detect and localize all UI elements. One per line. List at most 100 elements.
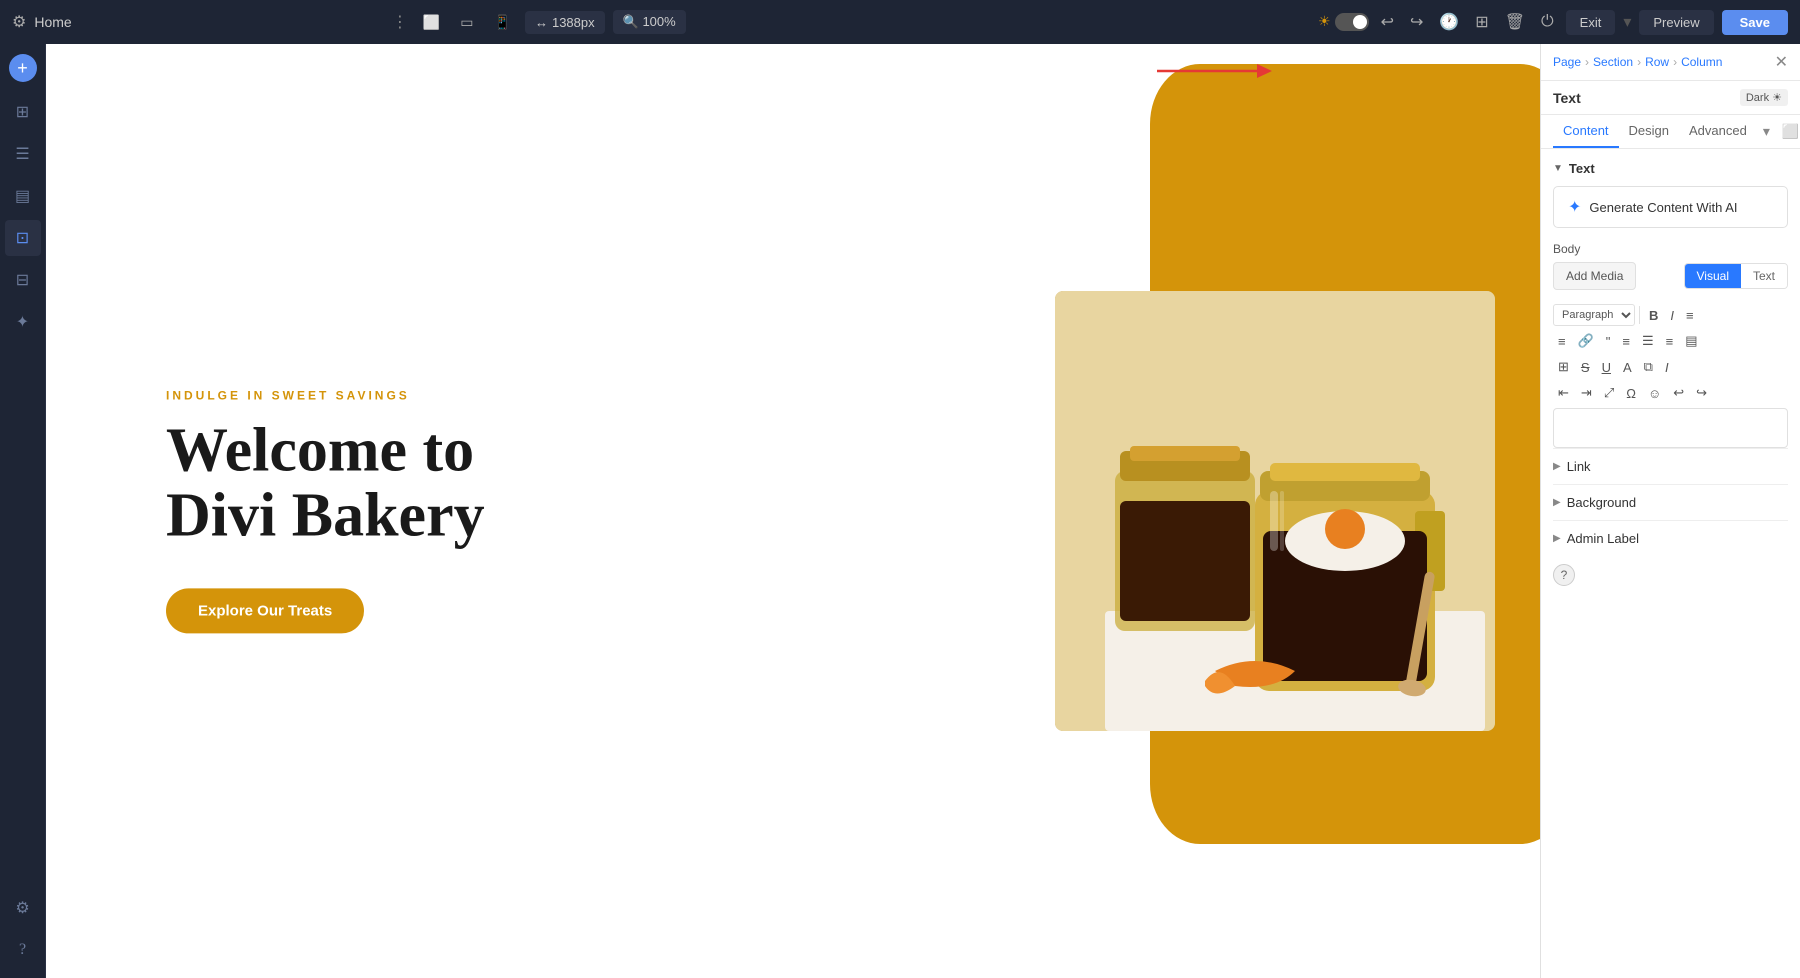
redo-button[interactable]: ↪ [1406,8,1427,36]
exit-arrow: ▾ [1623,12,1631,32]
text-editor-area[interactable] [1553,408,1788,448]
background-section-label: Background [1567,495,1636,510]
toggle-track[interactable] [1335,13,1369,31]
undo-button[interactable]: ↩ [1377,8,1398,36]
align-center-button[interactable]: ☰ [1637,330,1659,352]
visual-text-toggle: Visual Text [1684,263,1788,289]
width-pill[interactable]: ↔ 1388px [525,11,605,34]
indent-button[interactable]: ⇥ [1576,382,1597,404]
blockquote-button[interactable]: " [1601,331,1616,352]
text-section-header[interactable]: ▼ Text [1553,161,1788,176]
paragraph-select[interactable]: Paragraph [1553,304,1635,326]
dots-menu[interactable]: ⋮ [392,12,409,32]
link-section-header[interactable]: ▶ Link [1553,459,1788,474]
admin-label-collapsible-section: ▶ Admin Label [1553,520,1788,556]
strike-button[interactable]: S [1576,357,1595,378]
ai-generate-button[interactable]: ✦ Generate Content With AI [1553,186,1788,228]
preview-button[interactable]: Preview [1639,10,1713,35]
hero-cta-button[interactable]: Explore Our Treats [166,589,364,634]
gear-button[interactable]: ⚙ [12,12,26,32]
help-icon[interactable]: ? [1553,564,1575,586]
ai-generate-label: Generate Content With AI [1589,200,1737,215]
fullscreen-button[interactable]: ⤢ [1599,382,1619,404]
toolbar-row-1: Paragraph B I ≡ [1553,304,1788,326]
tab-dropdown-button[interactable]: ▾ [1757,117,1776,146]
emoji-button[interactable]: ☺ [1643,383,1666,404]
breadcrumb-page[interactable]: Page [1553,55,1581,69]
history-button[interactable]: 🕐 [1435,8,1463,36]
italic2-button[interactable]: I [1660,357,1674,378]
main-layout: + ⊞ ☰ ▤ ⊡ ⊟ ✦ ⚙ ? INDULGE IN SWEET SAVIN… [0,44,1800,978]
breadcrumb-row[interactable]: Row [1645,55,1669,69]
home-label: Home [34,14,71,30]
tab-expand-button[interactable]: ⬜ [1776,117,1800,146]
hero-section: INDULGE IN SWEET SAVINGS Welcome to Divi… [46,44,1540,978]
tab-advanced[interactable]: Advanced [1679,115,1757,148]
panel-body: ▼ Text ✦ Generate Content With AI Body A… [1541,149,1800,978]
mobile-device-btn[interactable]: 📱 [488,10,517,35]
sidebar-icon-layers[interactable]: ⊞ [5,94,41,130]
left-sidebar: + ⊞ ☰ ▤ ⊡ ⊟ ✦ ⚙ ? [0,44,46,978]
dark-mode-toggle[interactable]: ☀ [1318,13,1369,31]
text-tab[interactable]: Text [1741,264,1787,288]
sidebar-icon-settings[interactable]: ⚙ [5,890,41,926]
breadcrumb-section[interactable]: Section [1593,55,1633,69]
panel-header: Text Dark ☀ [1541,81,1800,115]
unordered-list-button[interactable]: ≡ [1553,331,1571,352]
power-button[interactable]: ⏻ [1537,9,1558,35]
add-element-button[interactable]: + [9,54,37,82]
sidebar-icon-customize[interactable]: ✦ [5,304,41,340]
unindent-button[interactable]: ⇤ [1553,382,1574,404]
body-label: Body [1553,242,1788,256]
toolbar-row-3: ⊞ S U A ⧉ I [1553,356,1788,378]
copy-format-button[interactable]: ⧉ [1639,356,1658,378]
redo-editor-button[interactable]: ↪ [1691,382,1712,404]
link-collapsible-section: ▶ Link [1553,448,1788,484]
sidebar-icon-media[interactable]: ▤ [5,178,41,214]
save-button[interactable]: Save [1722,10,1788,35]
link-button[interactable]: 🔗 [1573,330,1599,352]
exit-button[interactable]: Exit [1566,10,1616,35]
panel-title: Text [1553,90,1581,106]
list-button[interactable]: ≡ [1681,305,1699,326]
undo-editor-button[interactable]: ↩ [1668,382,1689,404]
toolbar-row-2: ≡ 🔗 " ≡ ☰ ≡ ▤ [1553,330,1788,352]
underline-button[interactable]: U [1597,357,1616,378]
hero-content: INDULGE IN SWEET SAVINGS Welcome to Divi… [166,388,485,633]
justify-button[interactable]: ▤ [1680,330,1702,352]
tab-content[interactable]: Content [1553,115,1619,148]
font-color-button[interactable]: A [1618,357,1637,378]
align-left-button[interactable]: ≡ [1617,331,1635,352]
italic-button[interactable]: I [1665,305,1679,326]
right-panel: Page › Section › Row › Column ✕ Text Dar… [1540,44,1800,978]
omega-button[interactable]: Ω [1621,383,1641,404]
sidebar-icon-help[interactable]: ? [5,932,41,968]
hero-tagline: INDULGE IN SWEET SAVINGS [166,388,485,402]
body-controls-row: Add Media Visual Text [1553,262,1788,290]
add-media-button[interactable]: Add Media [1553,262,1636,290]
dark-mode-badge[interactable]: Dark ☀ [1740,89,1788,106]
topbar-right: ☀ ↩ ↪ 🕐 ⊞ 🗑 ⏻ Exit ▾ Preview Save [1318,8,1788,36]
hero-image-container [1055,291,1495,731]
background-section-header[interactable]: ▶ Background [1553,495,1788,510]
tab-design[interactable]: Design [1619,115,1679,148]
trash-button[interactable]: 🗑 [1501,8,1529,36]
bold-button[interactable]: B [1644,305,1663,326]
panel-close-button[interactable]: ✕ [1775,52,1788,72]
sidebar-icon-shop[interactable]: ⊟ [5,262,41,298]
text-section-label: Text [1569,161,1595,176]
tablet-device-btn[interactable]: ▭ [454,10,479,35]
desktop-device-btn[interactable]: ⬜ [417,10,446,35]
visual-tab[interactable]: Visual [1685,264,1741,288]
sidebar-icon-modules[interactable]: ⊡ [5,220,41,256]
breadcrumb-column[interactable]: Column [1681,55,1722,69]
canvas: INDULGE IN SWEET SAVINGS Welcome to Divi… [46,44,1540,978]
ai-icon: ✦ [1568,197,1581,217]
layout-button[interactable]: ⊞ [1471,8,1492,36]
zoom-pill[interactable]: 🔍 100% [613,10,686,34]
admin-label-section-header[interactable]: ▶ Admin Label [1553,531,1788,546]
align-right-button[interactable]: ≡ [1661,331,1679,352]
sidebar-icon-pages[interactable]: ☰ [5,136,41,172]
bakery-image-svg [1055,291,1495,731]
table-button[interactable]: ⊞ [1553,356,1574,378]
